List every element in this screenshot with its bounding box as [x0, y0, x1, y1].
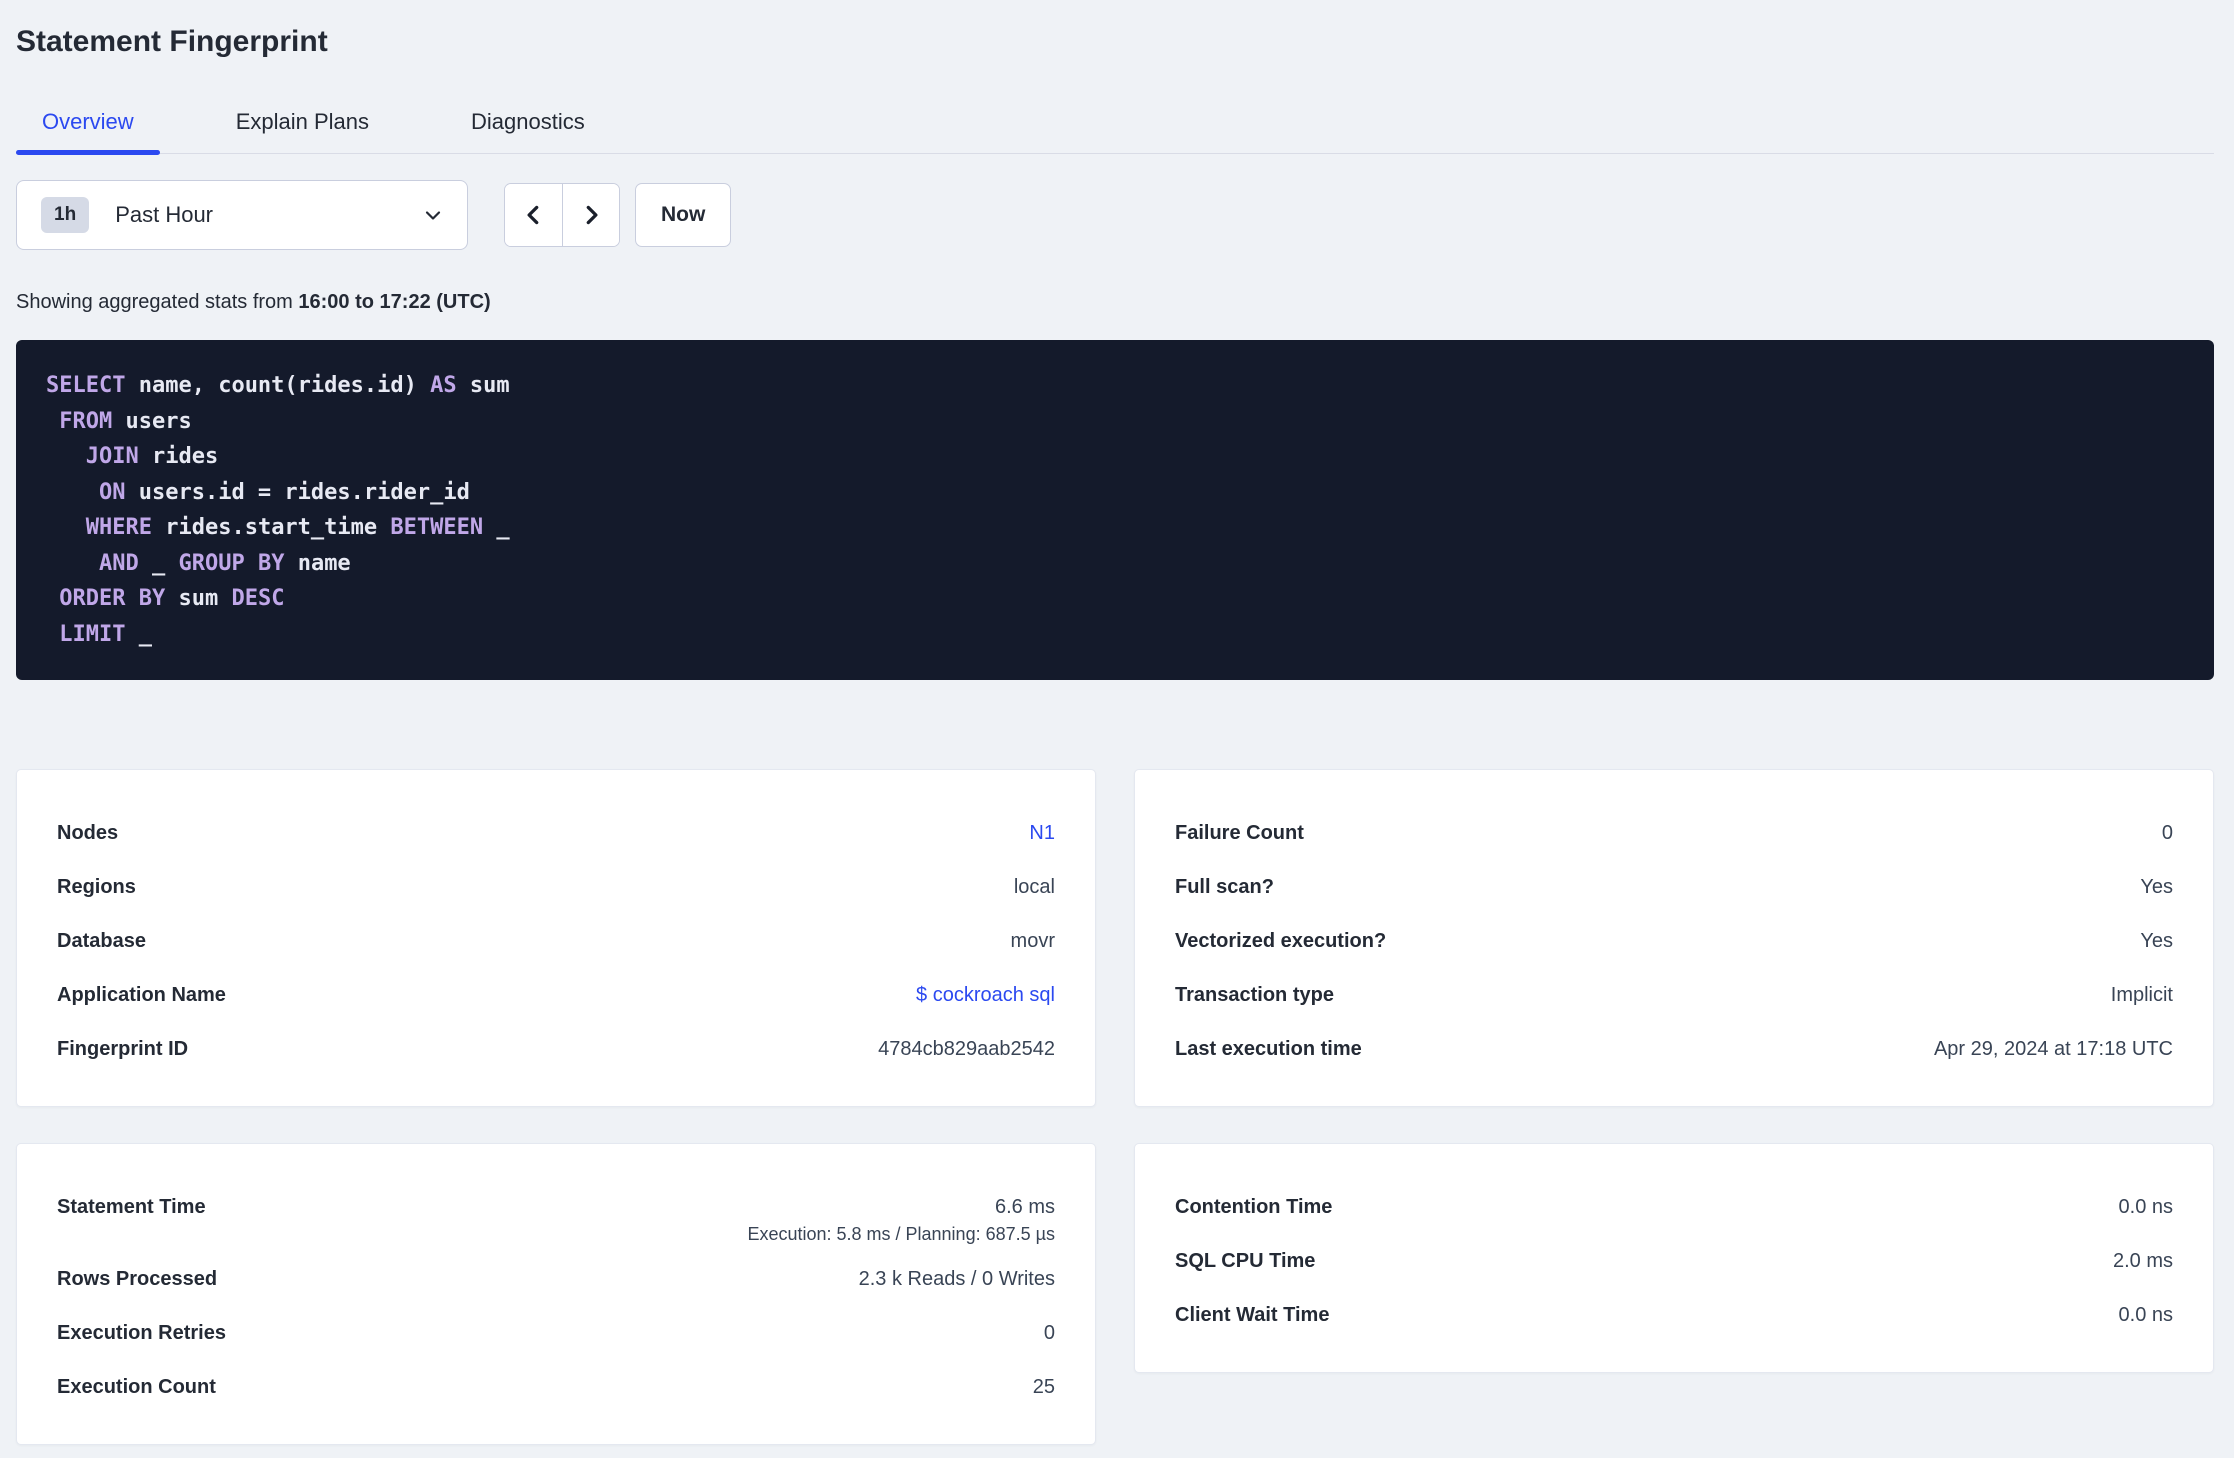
stat-row-vectorized-execution: Vectorized execution? Yes — [1175, 914, 2173, 968]
stat-row-failure-count: Failure Count 0 — [1175, 806, 2173, 860]
active-tab-indicator — [16, 150, 160, 155]
stat-label: Failure Count — [1175, 821, 1304, 844]
stat-row-full-scan: Full scan? Yes — [1175, 860, 2173, 914]
stat-label: Client Wait Time — [1175, 1303, 1330, 1326]
stat-label: Fingerprint ID — [57, 1037, 189, 1060]
chevron-left-icon — [521, 202, 547, 228]
sql-line: ON users.id = rides.rider_id — [98, 479, 470, 505]
stat-row-sql-cpu-time: SQL CPU Time 2.0 ms — [1175, 1234, 2173, 1288]
stat-label: Vectorized execution? — [1175, 929, 1387, 952]
stat-value: Implicit — [2110, 983, 2173, 1006]
stat-label: Nodes — [57, 821, 119, 844]
statement-fingerprint-page: Statement Fingerprint Overview Explain Pl… — [0, 0, 2234, 1445]
stat-label: Database — [57, 929, 146, 952]
stat-value: Yes — [2140, 929, 2173, 952]
stat-label: SQL CPU Time — [1175, 1249, 1316, 1272]
stat-label: Full scan? — [1175, 875, 1274, 898]
stat-value: 25 — [1032, 1375, 1055, 1398]
sql-line: ORDER BY sum DESC — [59, 586, 285, 611]
stat-row-execution-count: Execution Count 25 — [57, 1360, 1055, 1414]
stat-value-link[interactable]: N1 — [1029, 822, 1055, 845]
page-title: Statement Fingerprint — [16, 25, 328, 58]
stat-row-database: Database movr — [57, 914, 1055, 968]
tab-explain-plans[interactable]: Explain Plans — [210, 100, 395, 153]
stat-row-fingerprint-id: Fingerprint ID 4784cb829aab2542 — [57, 1022, 1055, 1076]
sql-line: SELECT name, count(rides.id) AS sum — [46, 373, 510, 398]
sql-statement-box: SELECT name, count(rides.id) AS sum FROM… — [16, 340, 2214, 680]
stat-row-transaction-type: Transaction type Implicit — [1175, 968, 2173, 1022]
aggregated-stats-range: 16:00 to 17:22 (UTC) — [298, 291, 491, 313]
tab-overview[interactable]: Overview — [16, 100, 160, 155]
time-range-select[interactable]: 1h Past Hour — [16, 180, 468, 250]
stat-row-regions: Regions local — [57, 860, 1055, 914]
stat-row-client-wait-time: Client Wait Time 0.0 ns — [1175, 1288, 2173, 1342]
stat-value: 2.0 ms — [2112, 1249, 2173, 1272]
time-step-buttons — [504, 183, 620, 247]
stat-subvalue: Execution: 5.8 ms / Planning: 687.5 µs — [747, 1224, 1055, 1244]
aggregated-stats-prefix: Showing aggregated stats from — [16, 291, 299, 313]
card-wait-times: Contention Time 0.0 ns SQL CPU Time 2.0 ms C… — [1134, 1143, 2214, 1373]
sql-line: JOIN rides — [85, 444, 219, 469]
card-statement-details: Nodes N1 Regions local Database movr Applicati… — [16, 769, 1096, 1107]
stat-label: Statement Time — [57, 1195, 206, 1218]
stat-value-link[interactable]: $ cockroach sql — [916, 984, 1055, 1007]
chevron-right-icon — [578, 202, 604, 228]
card-statement-times: Statement Time 6.6 ms Execution: 5.8 ms / … — [16, 1143, 1096, 1445]
stat-row-execution-retries: Execution Retries 0 — [57, 1306, 1055, 1360]
stat-label: Contention Time — [1175, 1195, 1333, 1218]
stat-value: 0 — [2161, 821, 2173, 844]
stat-label: Execution Count — [57, 1375, 216, 1398]
stat-value: 0.0 ns — [2118, 1303, 2173, 1326]
stat-value: 0 — [1043, 1321, 1055, 1344]
stat-value: Apr 29, 2024 at 17:18 UTC — [1933, 1037, 2173, 1060]
tab-label: Overview — [42, 109, 134, 134]
sql-line: AND _ GROUP BY name — [98, 550, 351, 576]
stat-label: Execution Retries — [57, 1321, 226, 1344]
stat-row-contention-time: Contention Time 0.0 ns — [1175, 1180, 2173, 1234]
tab-diagnostics[interactable]: Diagnostics — [445, 100, 611, 153]
time-range-badge: 1h — [41, 197, 90, 233]
sql-line: LIMIT _ — [59, 621, 152, 647]
now-button[interactable]: Now — [635, 183, 732, 247]
stat-label: Transaction type — [1175, 983, 1334, 1006]
tab-bar: Overview Explain Plans Diagnostics — [16, 100, 2214, 155]
card-execution-attributes: Failure Count 0 Full scan? Yes Vectorized ex… — [1134, 769, 2214, 1107]
stat-row-last-execution-time: Last execution time Apr 29, 2024 at 17:18… — [1175, 1022, 2173, 1076]
sql-line: FROM users — [59, 408, 192, 434]
stat-value: 4784cb829aab2542 — [878, 1037, 1055, 1060]
stat-row-application-name: Application Name $ cockroach sql — [57, 968, 1055, 1022]
previous-time-interval-button[interactable] — [505, 184, 562, 246]
stat-row-rows-processed: Rows Processed 2.3 k Reads / 0 Writes — [57, 1252, 1055, 1306]
stat-value: 2.3 k Reads / 0 Writes — [858, 1267, 1055, 1290]
stat-label: Last execution time — [1175, 1037, 1362, 1060]
stat-label: Regions — [57, 875, 136, 898]
time-controls: 1h Past Hour Now — [16, 180, 2214, 250]
stat-label: Rows Processed — [57, 1267, 218, 1290]
time-range-label: Past Hour — [115, 202, 214, 227]
sql-line: WHERE rides.start_time BETWEEN _ — [85, 515, 510, 540]
stat-value: Yes — [2140, 875, 2173, 898]
stat-row-nodes: Nodes N1 — [57, 806, 1055, 860]
stat-value: 6.6 ms — [994, 1195, 1055, 1218]
cards-grid: Nodes N1 Regions local Database movr Applicati… — [16, 769, 2214, 1445]
aggregated-stats-text: Showing aggregated stats from 16:00 to 1… — [16, 290, 2214, 314]
chevron-down-icon — [421, 203, 445, 227]
stat-label: Application Name — [57, 983, 226, 1006]
tab-label: Explain Plans — [235, 109, 369, 134]
tab-label: Diagnostics — [471, 109, 585, 134]
stat-value: movr — [1010, 929, 1055, 952]
stat-value: local — [1013, 875, 1055, 898]
stat-value: 0.0 ns — [2118, 1195, 2173, 1218]
next-time-interval-button[interactable] — [562, 184, 619, 246]
